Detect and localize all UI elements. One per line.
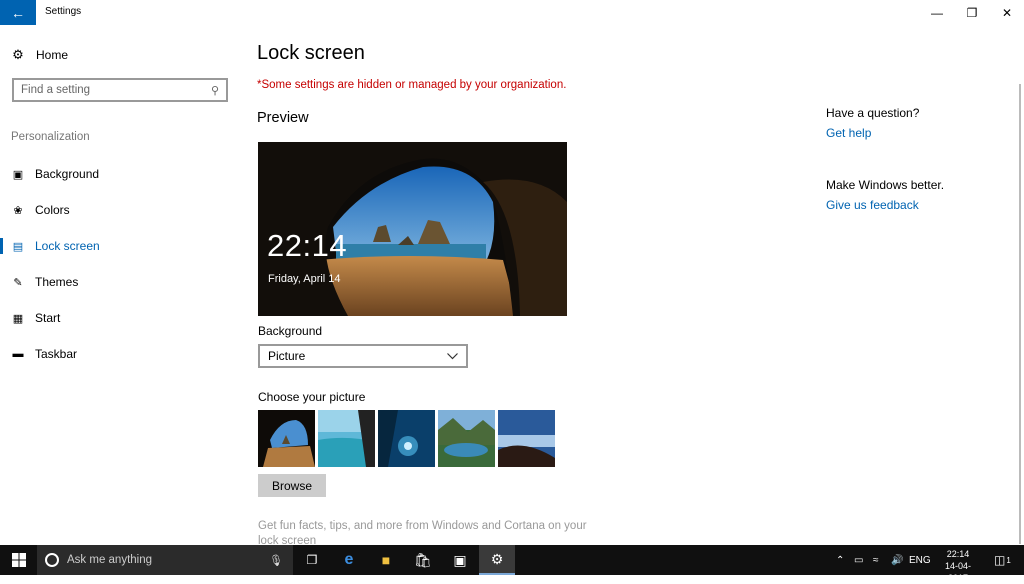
search-icon: ⚲	[210, 84, 219, 97]
main-content: Lock screen *Some settings are hidden or…	[257, 25, 817, 547]
question-heading: Have a question?	[826, 106, 920, 120]
start-button[interactable]	[0, 545, 37, 575]
home-nav-item[interactable]: ⚙ Home	[11, 47, 68, 63]
search-input[interactable]	[21, 84, 211, 96]
sidebar-item-start[interactable]: ▦ Start	[0, 300, 240, 336]
scrollbar[interactable]	[1019, 84, 1021, 544]
picture-thumb-3[interactable]	[378, 410, 435, 467]
picture-icon: ▣	[12, 168, 24, 181]
lock-screen-icon: ▤	[12, 240, 24, 253]
sidebar-item-label: Background	[35, 167, 100, 181]
clock-time: 22:14	[946, 549, 970, 559]
notification-icon: ◫	[994, 553, 1006, 567]
picture-thumb-2[interactable]	[318, 410, 375, 467]
picture-thumb-1[interactable]	[258, 410, 315, 467]
palette-icon: ❀	[13, 204, 23, 217]
microphone-icon[interactable]: 🎙	[269, 554, 283, 567]
speaker-icon: 🔊	[891, 554, 904, 566]
battery-icon: ▭	[854, 554, 864, 566]
lock-screen-preview: 22:14 Friday, April 14	[258, 142, 567, 316]
store-button[interactable]: 🛍	[405, 545, 441, 575]
chevron-up-icon: ⌃	[836, 554, 845, 566]
sidebar-item-label: Taskbar	[35, 347, 78, 361]
find-setting-search[interactable]: ⚲	[12, 78, 228, 102]
sidebar-item-taskbar[interactable]: ▬ Taskbar	[0, 336, 240, 372]
sidebar-item-label: Lock screen	[35, 239, 100, 253]
taskbar: 🎙 ❐ e ■ 🛍 ▣ ⚙ ⌃ ▭ ≈ 🔊 ENG 22:14 14-04-20…	[0, 545, 1024, 583]
give-feedback-link[interactable]: Give us feedback	[826, 198, 919, 212]
edge-button[interactable]: e	[331, 545, 367, 575]
sidebar-item-label: Themes	[35, 275, 79, 289]
picture-thumb-5[interactable]	[498, 410, 555, 467]
sidebar-item-label: Start	[35, 311, 61, 325]
preview-date: Friday, April 14	[268, 273, 341, 285]
feedback-heading: Make Windows better.	[826, 178, 945, 192]
cortana-search-input[interactable]	[67, 554, 270, 566]
minimize-button[interactable]: —	[920, 0, 954, 25]
edge-icon: e	[344, 551, 354, 568]
preview-heading: Preview	[257, 110, 309, 126]
back-button[interactable]: ←	[0, 0, 36, 25]
language-label: ENG	[909, 554, 931, 566]
volume-tray[interactable]: 🔊	[891, 545, 903, 575]
clock[interactable]: 22:14 14-04-2017	[935, 548, 981, 584]
taskbar-icon: ▬	[12, 348, 24, 360]
managed-warning: *Some settings are hidden or managed by …	[257, 79, 567, 91]
app-title: Settings	[45, 6, 82, 17]
sidebar-item-colors[interactable]: ❀ Colors	[0, 192, 240, 228]
sidebar-item-lock-screen[interactable]: ▤ Lock screen	[0, 228, 240, 264]
sidebar-item-label: Colors	[35, 203, 70, 217]
background-dropdown[interactable]: Picture	[258, 344, 468, 368]
battery-tray[interactable]: ▭	[854, 545, 863, 575]
store-icon: 🛍	[414, 551, 432, 568]
windows-logo-icon	[11, 553, 26, 567]
get-help-link[interactable]: Get help	[826, 126, 871, 140]
section-label: Personalization	[11, 131, 90, 143]
title-bar: ← Settings — ❐ ✕	[0, 0, 1024, 25]
picture-thumbnails	[258, 410, 558, 467]
close-button[interactable]: ✕	[990, 0, 1024, 25]
background-label: Background	[258, 324, 323, 338]
preview-time: 22:14	[267, 228, 348, 263]
photos-button[interactable]: ▣	[442, 545, 478, 575]
language-tray[interactable]: ENG	[909, 545, 931, 575]
gear-icon: ⚙	[12, 47, 24, 62]
restore-icon: ❐	[966, 5, 978, 20]
sidebar-item-background[interactable]: ▣ Background	[0, 156, 240, 192]
file-explorer-button[interactable]: ■	[368, 545, 404, 575]
network-tray[interactable]: ≈	[873, 545, 879, 575]
sidebar-nav: ▣ Background ❀ Colors ▤ Lock screen ✎ Th…	[0, 156, 240, 372]
folder-icon: ■	[381, 552, 391, 568]
dropdown-value: Picture	[268, 349, 306, 363]
wifi-icon: ≈	[873, 554, 879, 566]
settings-taskbar-button[interactable]: ⚙	[479, 545, 515, 575]
start-icon: ▦	[12, 312, 24, 325]
back-arrow-icon: ←	[11, 4, 25, 21]
restore-button[interactable]: ❐	[955, 0, 989, 25]
minimize-icon: —	[931, 5, 943, 20]
themes-icon: ✎	[13, 276, 23, 289]
close-icon: ✕	[1001, 5, 1013, 20]
clock-date: 14-04-2017	[944, 561, 971, 583]
chevron-down-icon	[447, 352, 458, 359]
action-center-button[interactable]: ◫ 1	[994, 545, 1011, 575]
task-view-icon: ❐	[306, 553, 318, 567]
show-hidden-icons[interactable]: ⌃	[836, 545, 844, 575]
cortana-search[interactable]: 🎙	[37, 545, 293, 575]
choose-picture-label: Choose your picture	[258, 390, 366, 404]
gear-icon: ⚙	[490, 550, 504, 567]
sidebar: ⚙ Home ⚲ Personalization ▣ Background ❀ …	[0, 25, 240, 545]
picture-thumb-4[interactable]	[438, 410, 495, 467]
photos-icon: ▣	[453, 551, 467, 568]
home-label: Home	[36, 48, 69, 62]
browse-button[interactable]: Browse	[258, 474, 326, 497]
notification-count: 1	[1006, 555, 1011, 565]
task-view-button[interactable]: ❐	[294, 545, 330, 575]
sidebar-item-themes[interactable]: ✎ Themes	[0, 264, 240, 300]
cortana-icon	[45, 553, 59, 567]
page-title: Lock screen	[257, 42, 365, 64]
